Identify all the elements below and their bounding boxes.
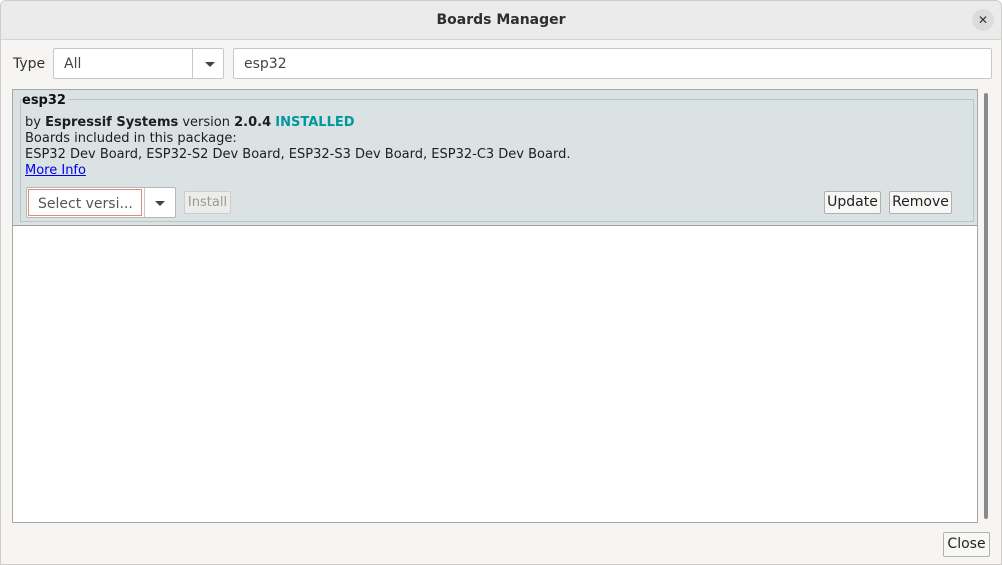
version-prefix: version	[178, 115, 235, 130]
installed-badge: INSTALLED	[275, 115, 355, 130]
install-button[interactable]: Install	[184, 191, 231, 214]
version-select[interactable]: Select versi...	[26, 187, 176, 218]
chevron-down-icon[interactable]	[205, 62, 215, 67]
dropdown-divider	[192, 49, 193, 78]
package-author: Espressif Systems	[45, 115, 179, 130]
card-frame-top	[68, 99, 974, 100]
by-prefix: by	[25, 115, 46, 130]
update-button[interactable]: Update	[824, 191, 881, 214]
type-dropdown[interactable]: All	[53, 48, 224, 79]
package-name: esp32	[22, 93, 66, 108]
package-author-line: by Espressif Systems version 2.0.4 INSTA…	[25, 115, 355, 130]
type-value: All	[64, 56, 82, 72]
chevron-down-icon[interactable]	[155, 201, 165, 206]
package-list: esp32 by Espressif Systems version 2.0.4…	[12, 89, 978, 523]
close-icon[interactable]: ✕	[972, 9, 994, 31]
scrollbar[interactable]	[982, 89, 990, 523]
close-button[interactable]: Close	[943, 532, 990, 557]
version-select-field[interactable]: Select versi...	[28, 189, 142, 216]
boards-heading: Boards included in this package:	[25, 131, 237, 146]
dropdown-divider	[144, 188, 145, 217]
version-select-value: Select versi...	[38, 196, 133, 212]
boards-list: ESP32 Dev Board, ESP32-S2 Dev Board, ESP…	[25, 147, 571, 162]
search-input[interactable]: esp32	[233, 48, 992, 79]
boards-manager-dialog: Boards Manager ✕ Type All esp32 esp32 by…	[0, 0, 1002, 565]
window-title: Boards Manager	[436, 12, 566, 28]
package-version: 2.0.4	[234, 115, 272, 130]
remove-button[interactable]: Remove	[889, 191, 952, 214]
search-value: esp32	[244, 56, 287, 72]
more-info-link[interactable]: More Info	[25, 163, 86, 178]
type-label: Type	[13, 56, 46, 72]
package-card[interactable]: esp32 by Espressif Systems version 2.0.4…	[13, 90, 977, 226]
scrollbar-thumb[interactable]	[984, 93, 988, 519]
title-bar: Boards Manager ✕	[1, 1, 1001, 40]
